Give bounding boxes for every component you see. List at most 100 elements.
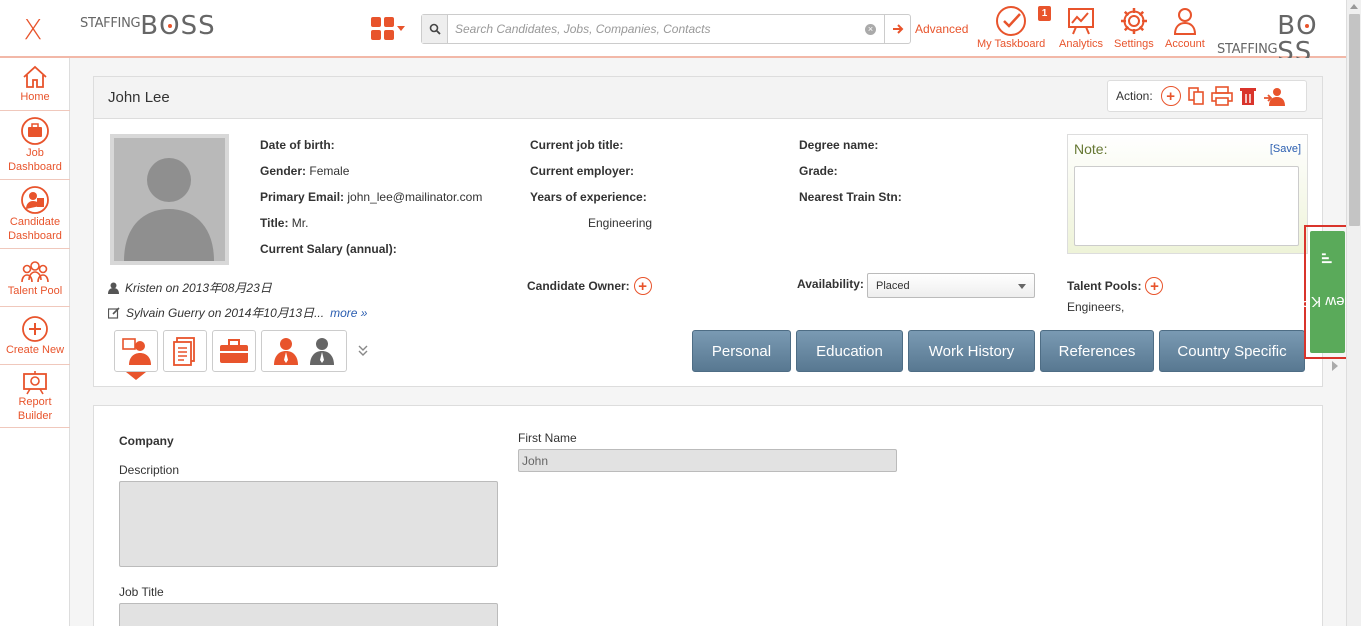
sidebar-item-job-dashboard[interactable]: Job Dashboard <box>0 111 70 180</box>
search-input[interactable] <box>448 16 865 42</box>
nav-account[interactable]: Account <box>1165 4 1205 50</box>
sidebar-item-label: Talent Pool <box>7 284 63 297</box>
more-link[interactable]: more » <box>330 306 367 320</box>
close-menu-button[interactable]: X <box>0 0 66 58</box>
avatar-placeholder-icon <box>114 138 225 261</box>
tab-country-specific[interactable]: Country Specific <box>1159 330 1305 372</box>
clear-search-icon[interactable]: × <box>865 23 876 35</box>
candidate-summary-panel: John Lee Action: + Date of birth: Gender… <box>93 76 1323 387</box>
description-field[interactable] <box>119 481 498 567</box>
email-value[interactable]: john_lee@mailinator.com <box>347 190 482 204</box>
sidebar-item-home[interactable]: Home <box>0 58 70 111</box>
print-icon[interactable] <box>1210 86 1233 106</box>
person-orange-icon <box>274 338 298 365</box>
tab-work-history[interactable]: Work History <box>908 330 1035 372</box>
edit-icon <box>108 306 120 319</box>
briefcase-icon <box>21 117 49 145</box>
add-owner-icon[interactable]: + <box>633 277 652 295</box>
action-toolbar: Action: + <box>1107 80 1307 112</box>
field-current-job-title: Current job title: <box>530 138 624 152</box>
field-years-experience: Years of experience: <box>530 190 647 204</box>
tab-education[interactable]: Education <box>796 330 903 372</box>
company-label: Company <box>119 434 174 448</box>
taskboard-label: My Taskboard <box>977 38 1046 50</box>
note-save-link[interactable]: [Save] <box>1270 143 1301 155</box>
candidate-header: John Lee Action: + <box>94 77 1322 119</box>
nav-my-taskboard[interactable]: My Taskboard 1 <box>977 4 1051 50</box>
description-label: Description <box>119 463 180 477</box>
caret-right-icon <box>1332 361 1338 371</box>
expand-chevrons-icon[interactable] <box>357 344 369 356</box>
bar-chart-icon <box>1322 252 1333 263</box>
candidate-icon <box>21 186 49 214</box>
page-scrollbar[interactable] <box>1346 0 1361 626</box>
add-icon[interactable]: + <box>1160 86 1181 106</box>
arrow-right-icon <box>892 24 903 34</box>
chevron-down-icon <box>1018 284 1026 289</box>
first-name-field[interactable]: John <box>518 449 897 472</box>
modified-info: Sylvain Guerry on 2014年10月13日... more » <box>108 304 367 321</box>
search-icon <box>422 15 448 43</box>
contacts-button[interactable] <box>261 330 347 372</box>
copy-icon[interactable] <box>1187 86 1205 106</box>
section-tabs: Personal Education Work History Referenc… <box>692 330 1305 372</box>
talent-pools-value: Engineers, <box>1067 300 1125 314</box>
sidebar-item-label: Job Dashboard <box>8 147 62 173</box>
chevron-down-icon <box>397 26 405 31</box>
talent-pools: Talent Pools: + <box>1067 277 1164 295</box>
job-title-label: Job Title <box>119 585 164 599</box>
field-industry: Engineering <box>588 216 653 230</box>
candidate-photo[interactable] <box>110 134 229 265</box>
view-kpi-button[interactable]: View KPI <box>1297 231 1358 353</box>
tab-references[interactable]: References <box>1040 330 1154 372</box>
add-talent-pool-icon[interactable]: + <box>1145 277 1164 295</box>
gear-icon <box>1119 4 1149 38</box>
candidate-name: John Lee <box>108 89 170 106</box>
note-label: Note: <box>1074 141 1108 157</box>
person-gray-icon <box>310 338 334 365</box>
field-current-employer: Current employer: <box>530 164 635 178</box>
field-title: Title: Mr. <box>260 216 309 230</box>
field-gender: Gender: Female <box>260 164 350 178</box>
view-profile-button[interactable] <box>114 330 158 372</box>
user-icon <box>108 282 119 294</box>
availability-label: Availability: <box>797 277 864 291</box>
plus-circle-icon <box>22 315 48 342</box>
candidate-owner: Candidate Owner: + <box>527 277 652 295</box>
jobs-button[interactable] <box>212 330 256 372</box>
note-box: Note: [Save] <box>1067 134 1308 254</box>
global-search: × <box>421 14 911 44</box>
field-degree-name: Degree name: <box>799 138 879 152</box>
job-title-field[interactable] <box>119 603 498 626</box>
settings-label: Settings <box>1114 38 1154 50</box>
field-nearest-train: Nearest Train Stn: <box>799 190 902 204</box>
tab-personal[interactable]: Personal <box>692 330 791 372</box>
account-label: Account <box>1165 38 1205 50</box>
search-go-button[interactable] <box>884 15 910 43</box>
trash-icon[interactable] <box>1239 86 1257 106</box>
advanced-search-link[interactable]: Advanced <box>915 22 968 36</box>
field-current-salary: Current Salary (annual): <box>260 242 397 256</box>
action-label: Action: <box>1116 89 1153 103</box>
people-icon <box>21 260 49 282</box>
apps-menu-button[interactable] <box>371 17 405 40</box>
home-icon <box>23 65 47 88</box>
scrollbar-thumb[interactable] <box>1349 14 1360 226</box>
sidebar-item-label: Home <box>20 91 50 103</box>
assign-user-icon[interactable] <box>1263 86 1285 106</box>
scroll-up-icon[interactable] <box>1350 4 1358 9</box>
resume-button[interactable] <box>163 330 207 372</box>
nav-analytics[interactable]: Analytics <box>1059 4 1103 50</box>
main-content: John Lee Action: + Date of birth: Gender… <box>70 58 1346 626</box>
sidebar-item-create-new[interactable]: Create New <box>0 307 70 365</box>
sidebar-item-label: Candidate Dashboard <box>8 216 62 242</box>
report-icon <box>23 371 47 395</box>
sidebar-item-candidate-dashboard[interactable]: Candidate Dashboard <box>0 180 70 249</box>
app-logo[interactable]: STAFFING BOSS <box>80 13 216 39</box>
sidebar-item-report-builder[interactable]: Report Builder <box>0 365 70 428</box>
availability-select[interactable]: Placed <box>867 273 1035 298</box>
nav-settings[interactable]: Settings <box>1114 4 1154 50</box>
analytics-label: Analytics <box>1059 38 1104 50</box>
sidebar-item-talent-pool[interactable]: Talent Pool <box>0 249 70 307</box>
note-textarea[interactable] <box>1074 166 1299 246</box>
